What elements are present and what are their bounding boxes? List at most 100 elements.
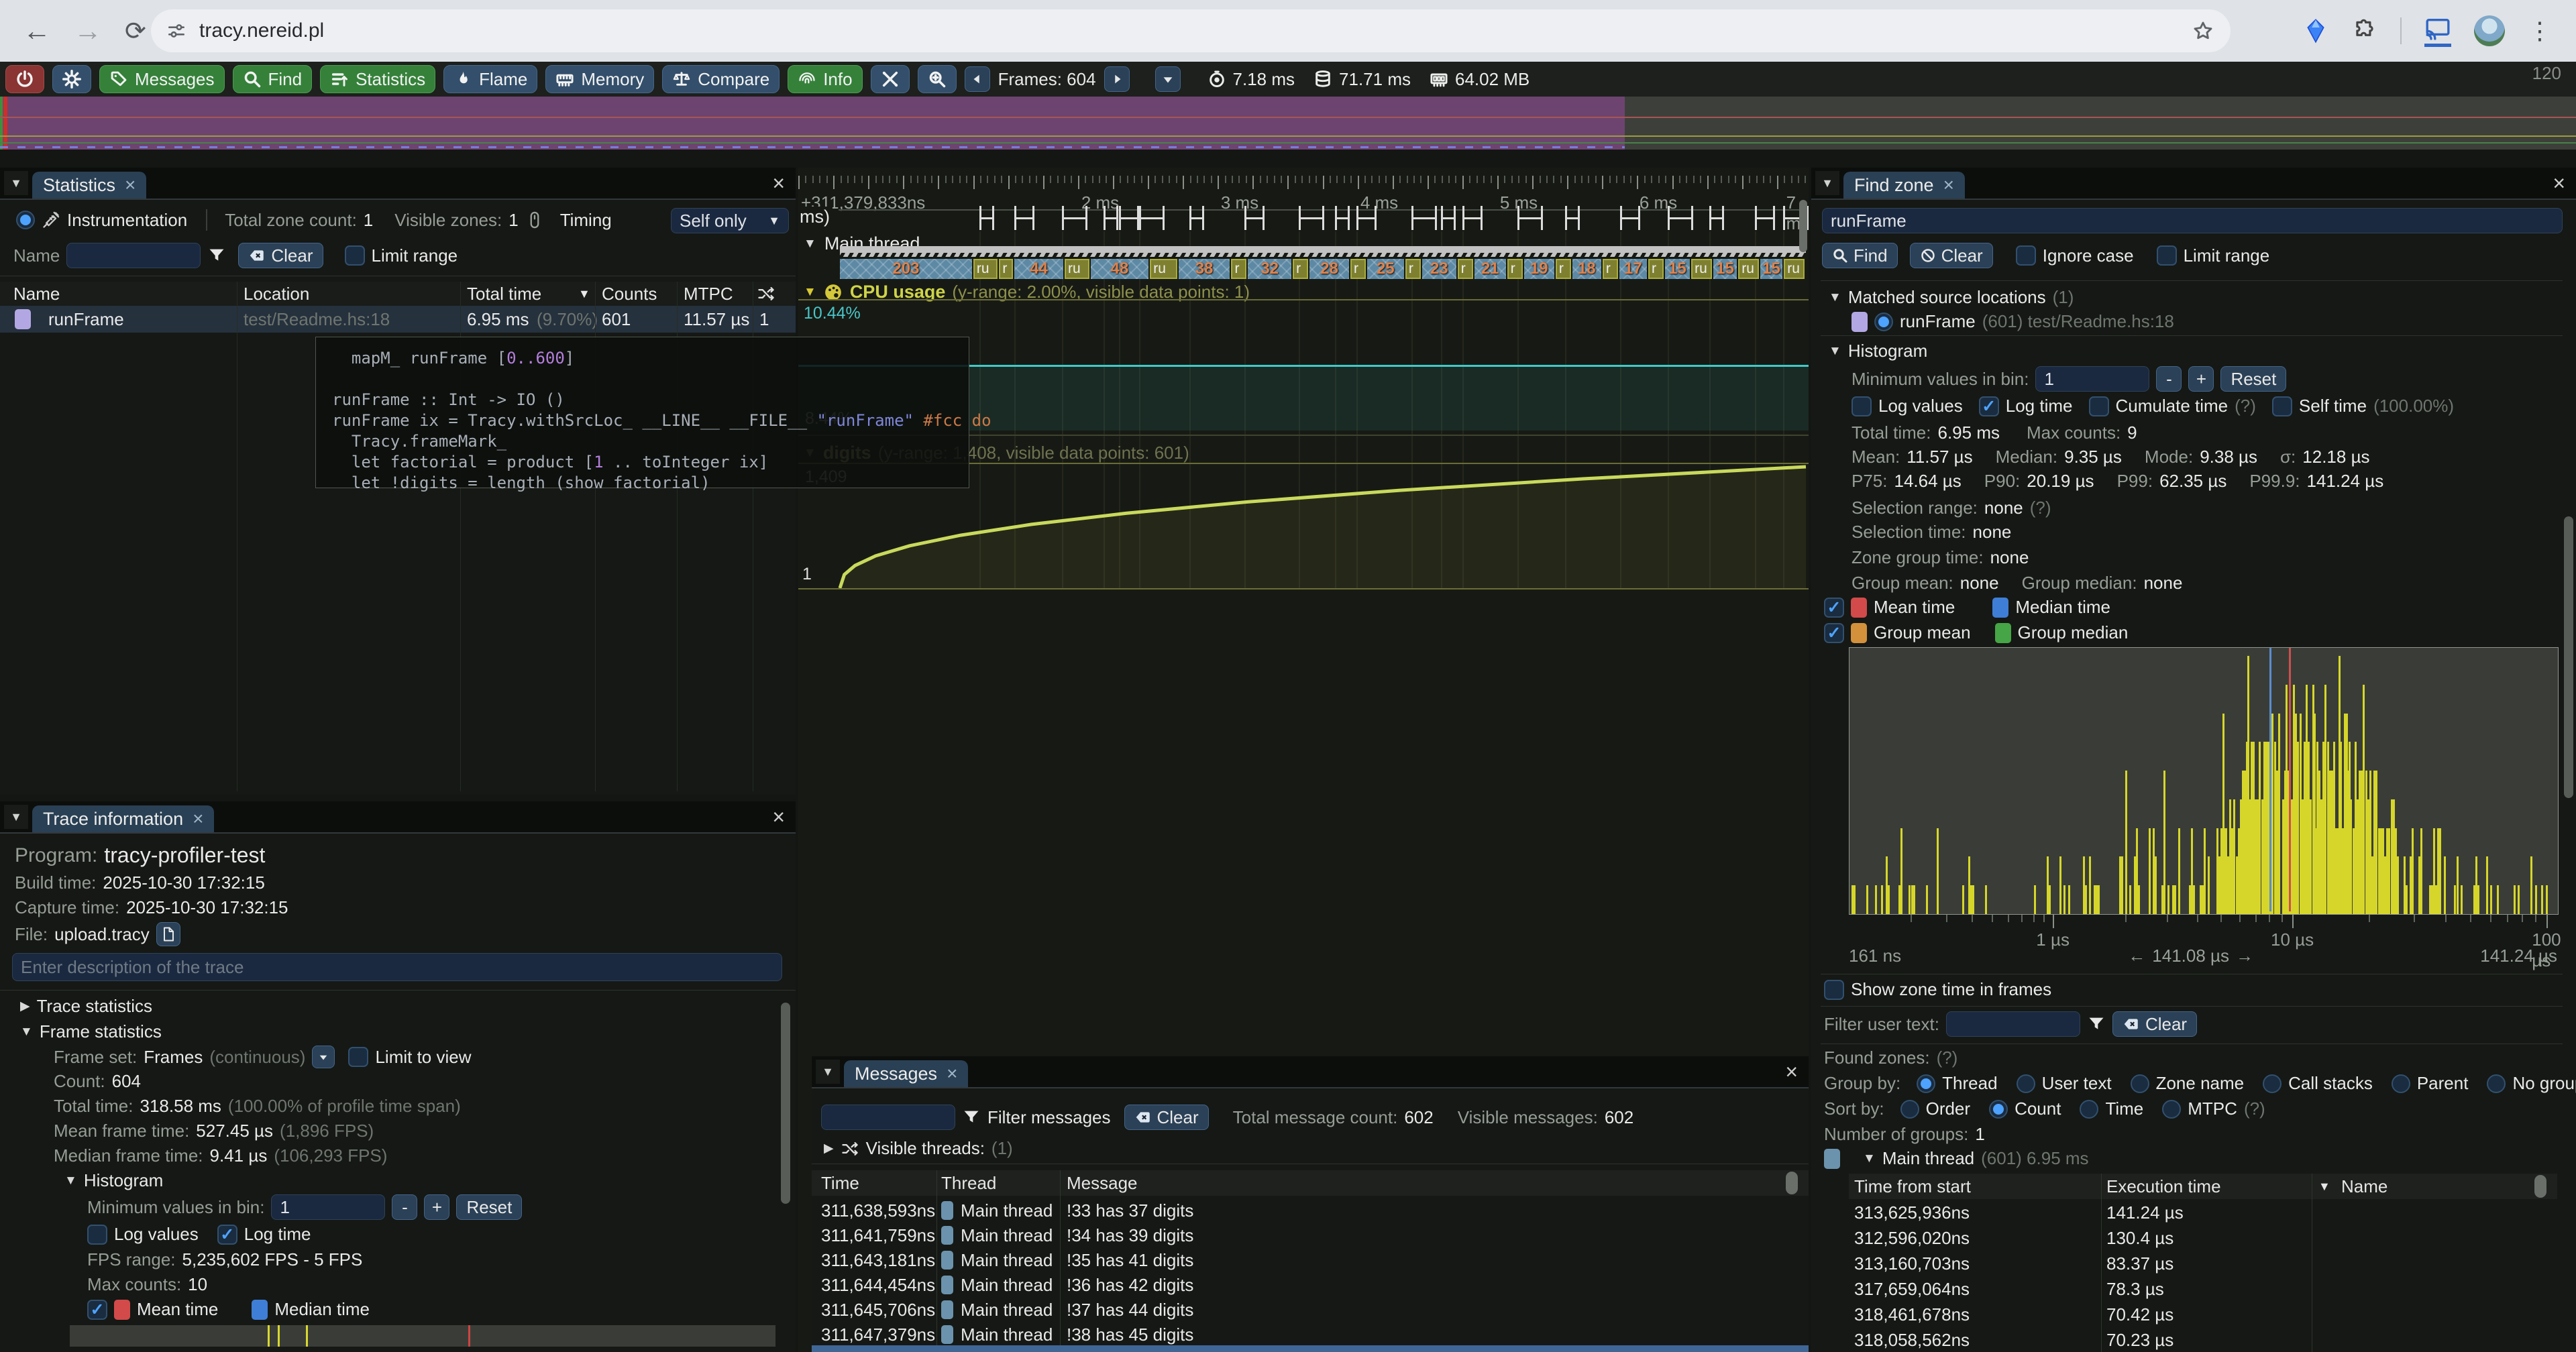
- site-info-icon[interactable]: [166, 20, 187, 42]
- url-bar[interactable]: tracy.nereid.pl: [151, 9, 2231, 52]
- tree-expanded-icon[interactable]: ▼: [1829, 290, 1841, 305]
- extension-gem-icon[interactable]: [2302, 17, 2329, 44]
- min-bin-input[interactable]: 1: [2035, 366, 2149, 392]
- mean-time-swatch[interactable]: [114, 1300, 130, 1320]
- find-button[interactable]: Find: [1822, 243, 1898, 268]
- message-row[interactable]: 311,644,454nsMain thread!36 has 42 digit…: [812, 1273, 1809, 1297]
- frame-statistics-node[interactable]: Frame statistics: [40, 1021, 162, 1042]
- found-zones-table-header[interactable]: Time from start Execution time ▼ Name: [1849, 1174, 2557, 1199]
- find-zone-input[interactable]: runFrame: [1822, 208, 2563, 233]
- bin-reset-button[interactable]: Reset: [456, 1194, 522, 1220]
- filter-funnel-icon[interactable]: [207, 246, 226, 265]
- user-text-filter-input[interactable]: [1946, 1011, 2080, 1037]
- shorten-name-icon[interactable]: [757, 284, 775, 303]
- cast-icon[interactable]: [2424, 15, 2451, 47]
- clear-button[interactable]: Clear: [238, 243, 323, 268]
- timing-dropdown[interactable]: Self only ▼: [671, 208, 789, 233]
- log-values-checkbox[interactable]: [87, 1225, 107, 1245]
- mean-time-checkbox[interactable]: ✓: [87, 1300, 107, 1320]
- log-values-checkbox[interactable]: [1851, 396, 1872, 416]
- filter-funnel-icon[interactable]: [962, 1108, 981, 1127]
- col-execution-time[interactable]: Execution time: [2106, 1176, 2221, 1197]
- found-zone-row[interactable]: 318,058,562ns70.23 µs: [1849, 1328, 2557, 1352]
- trace-description-input[interactable]: [12, 953, 782, 981]
- log-time-checkbox[interactable]: ✓: [217, 1225, 237, 1245]
- histogram-node[interactable]: Histogram: [1848, 341, 1927, 361]
- tree-collapsed-icon[interactable]: ▶: [20, 999, 30, 1014]
- bin-plus-button[interactable]: +: [2188, 366, 2214, 392]
- frame-dropdown-button[interactable]: [1155, 66, 1181, 92]
- tab-close-icon[interactable]: ×: [1943, 174, 1954, 196]
- tab-close-icon[interactable]: ×: [125, 174, 136, 196]
- bin-minus-button[interactable]: -: [392, 1194, 417, 1220]
- toolbar-button-memory[interactable]: Memory: [545, 65, 654, 93]
- tree-expanded-icon[interactable]: ▼: [64, 1174, 77, 1188]
- copy-file-button[interactable]: [156, 922, 180, 946]
- col-message[interactable]: Message: [1067, 1173, 1138, 1194]
- toolbar-button-settings[interactable]: [52, 65, 91, 93]
- scrollbar-thumb[interactable]: [2534, 1175, 2546, 1198]
- radio-time[interactable]: [2080, 1100, 2098, 1119]
- col-total-time[interactable]: Total time: [467, 284, 541, 304]
- radio-call-stacks[interactable]: [2263, 1074, 2282, 1093]
- found-zone-row[interactable]: 317,659,064ns78.3 µs: [1849, 1277, 2557, 1301]
- col-time[interactable]: Time: [821, 1173, 859, 1194]
- tab-close-icon[interactable]: ×: [193, 808, 203, 830]
- limit-range-checkbox[interactable]: [2157, 245, 2177, 266]
- instrumentation-radio[interactable]: [16, 211, 35, 229]
- radio-order[interactable]: [1900, 1100, 1919, 1119]
- frame-next-button[interactable]: [1104, 66, 1130, 92]
- tab-close-icon[interactable]: ×: [947, 1063, 957, 1084]
- toolbar-button-messages[interactable]: Messages: [99, 65, 225, 93]
- panel-close-icon[interactable]: ×: [2542, 171, 2576, 196]
- frame-prev-button[interactable]: [965, 66, 990, 92]
- frame-time-histogram-strip[interactable]: [70, 1325, 775, 1347]
- extensions-icon[interactable]: [2352, 18, 2377, 44]
- self-time-checkbox[interactable]: [2272, 396, 2292, 416]
- limit-to-view-checkbox[interactable]: [348, 1047, 368, 1067]
- cumulate-time-checkbox[interactable]: [2089, 396, 2109, 416]
- ignore-case-checkbox[interactable]: [2016, 245, 2036, 266]
- match-name[interactable]: runFrame: [1900, 311, 1976, 332]
- group-name[interactable]: Main thread: [1882, 1148, 1974, 1169]
- back-icon[interactable]: ←: [23, 15, 51, 47]
- timeline-scrollbar-thumb[interactable]: [1799, 200, 1807, 252]
- radio-user-text[interactable]: [2017, 1074, 2035, 1093]
- browser-menu-icon[interactable]: ⋮: [2528, 17, 2552, 45]
- radio-mtpc[interactable]: [2162, 1100, 2181, 1119]
- col-time-from-start[interactable]: Time from start: [1854, 1176, 1971, 1197]
- clear-filter-button[interactable]: Clear: [2112, 1011, 2197, 1037]
- panel-close-icon[interactable]: ×: [761, 805, 796, 830]
- panel-close-icon[interactable]: ×: [761, 171, 796, 196]
- mean-time-swatch[interactable]: [1851, 598, 1867, 618]
- message-row[interactable]: 311,645,706nsMain thread!37 has 44 digit…: [812, 1298, 1809, 1322]
- avatar[interactable]: [2474, 15, 2505, 46]
- found-zone-row[interactable]: 313,160,703ns83.37 µs: [1849, 1251, 2557, 1276]
- panel-collapse-icon[interactable]: ▼: [1815, 171, 1839, 195]
- histogram-node[interactable]: Histogram: [84, 1170, 163, 1191]
- tree-expanded-icon[interactable]: ▼: [1829, 344, 1841, 359]
- frame-overview-band[interactable]: [0, 97, 2576, 150]
- tree-collapsed-icon[interactable]: ▶: [824, 1141, 834, 1156]
- url-text[interactable]: tracy.nereid.pl: [199, 19, 324, 42]
- radio-no-grouping[interactable]: [2487, 1074, 2506, 1093]
- group-mean-swatch[interactable]: [1851, 623, 1867, 643]
- panel-collapse-icon[interactable]: ▼: [816, 1060, 840, 1084]
- message-row[interactable]: 311,643,181nsMain thread!35 has 41 digit…: [812, 1248, 1809, 1272]
- draw-mean-checkbox[interactable]: ✓: [1824, 598, 1844, 618]
- execution-time-histogram[interactable]: [1849, 647, 2559, 915]
- col-mtpc[interactable]: MTPC: [684, 284, 733, 304]
- found-zone-row[interactable]: 312,596,020ns130.4 µs: [1849, 1226, 2557, 1250]
- message-filter-input[interactable]: [821, 1105, 955, 1130]
- tab-messages[interactable]: Messages ×: [844, 1060, 968, 1087]
- zone-group-row[interactable]: ▼ Main thread (601) 6.95 ms: [1824, 1148, 2089, 1169]
- col-name[interactable]: Name: [13, 284, 60, 304]
- toolbar-button-power[interactable]: [5, 65, 44, 93]
- group-median-swatch[interactable]: [1995, 623, 2011, 643]
- horizontal-scrollbar[interactable]: [812, 1345, 1809, 1352]
- scrollbar-thumb[interactable]: [781, 1003, 790, 1204]
- frame-set-dropdown[interactable]: [312, 1046, 335, 1068]
- message-row[interactable]: 311,638,593nsMain thread!33 has 37 digit…: [812, 1198, 1809, 1223]
- message-row[interactable]: 311,647,379nsMain thread!38 has 45 digit…: [812, 1322, 1809, 1347]
- messages-table-header[interactable]: Time Thread Message: [812, 1170, 1809, 1196]
